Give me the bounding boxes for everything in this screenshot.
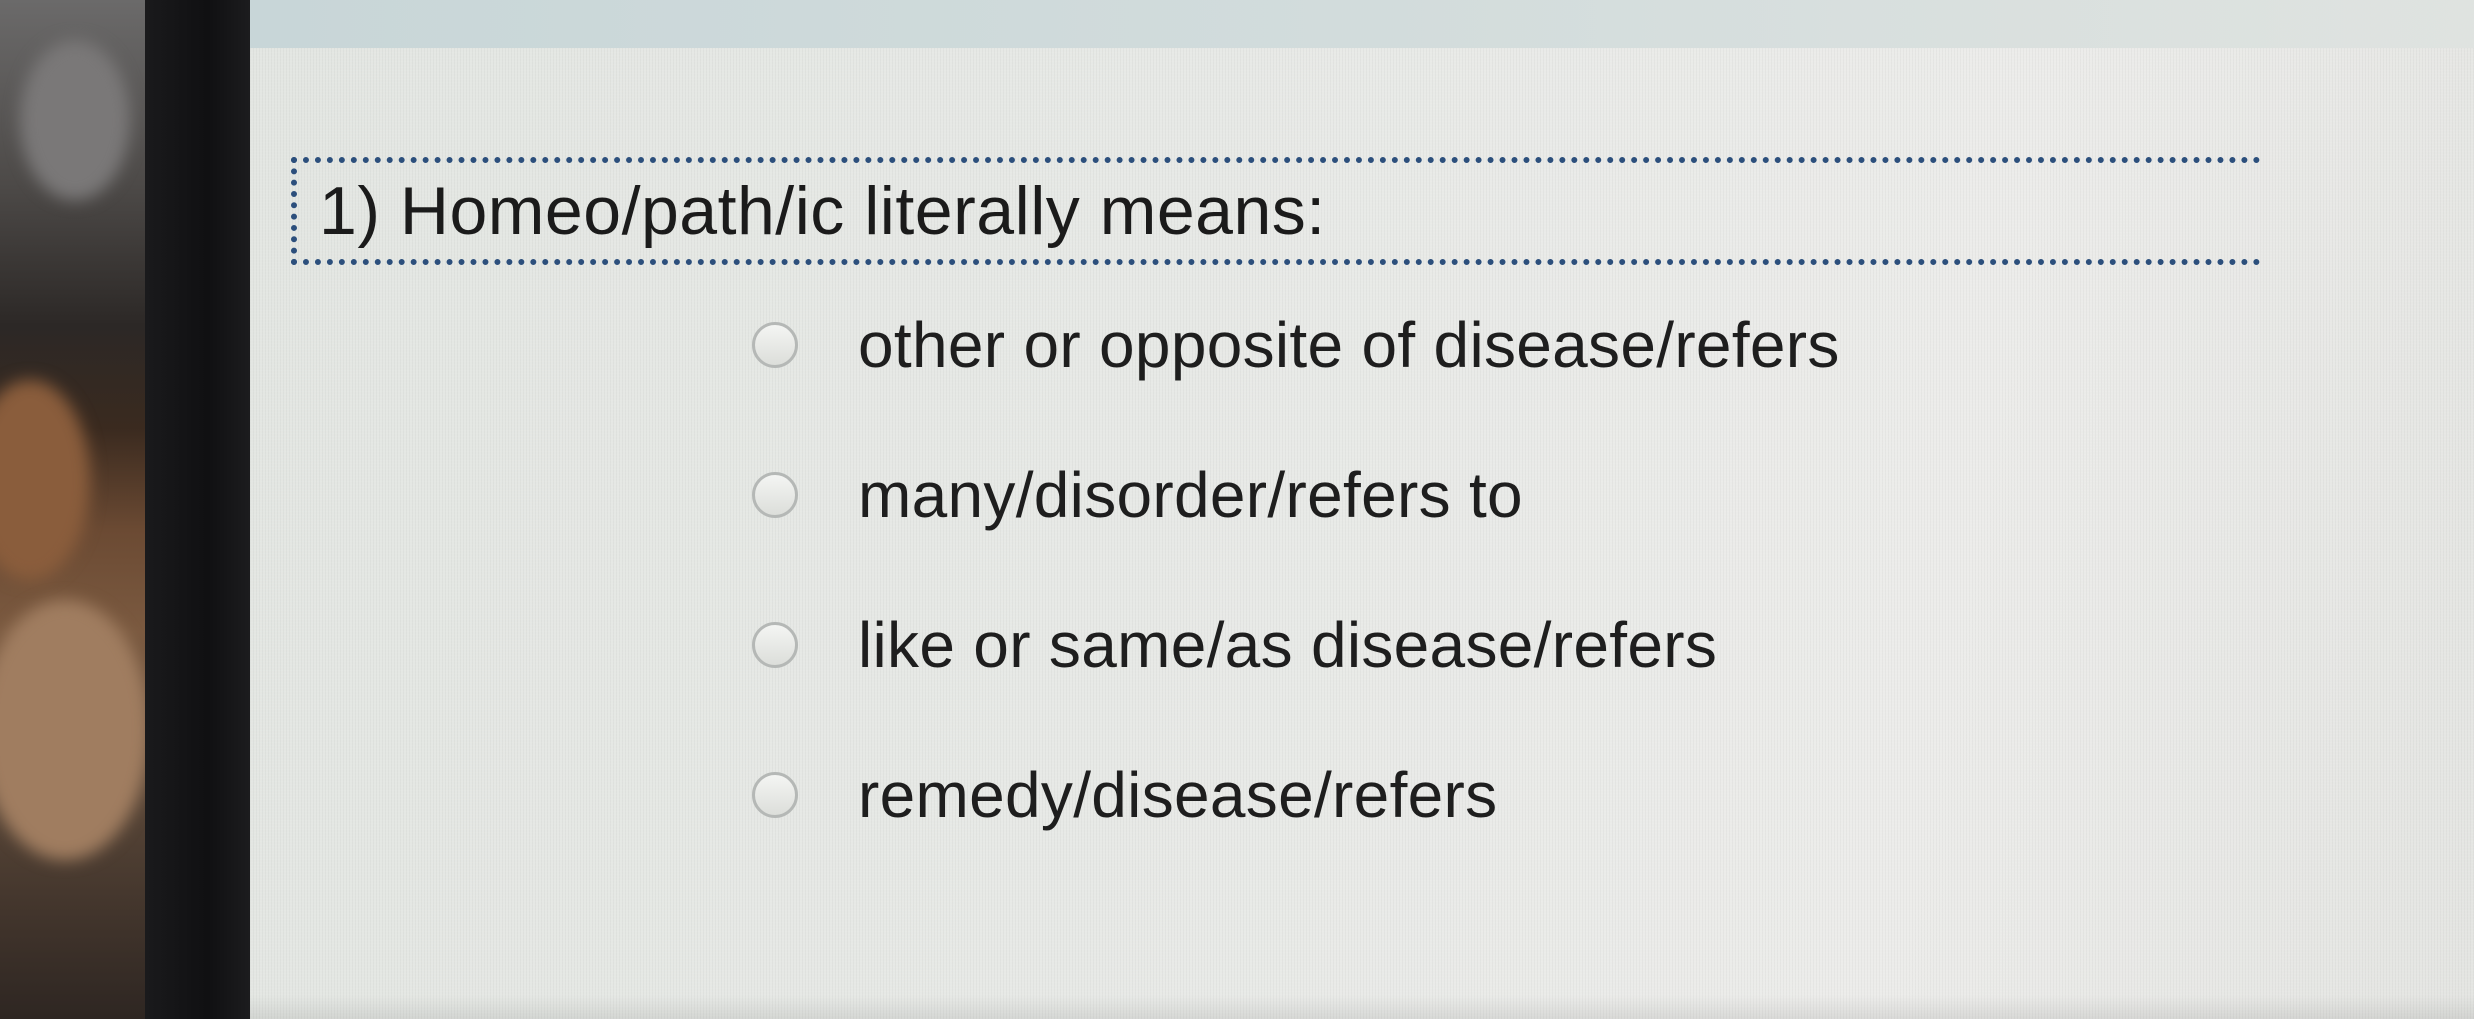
answer-option-4[interactable]: remedy/disease/refers (752, 720, 2252, 870)
screen-bottom-edge (250, 995, 2474, 1019)
answer-label: other or opposite of disease/refers (858, 309, 1840, 381)
question-text: 1) Homeo/path/ic literally means: (319, 173, 1326, 249)
answer-option-2[interactable]: many/disorder/refers to (752, 420, 2252, 570)
answer-label: remedy/disease/refers (858, 759, 1498, 831)
background-blob (0, 380, 90, 580)
radio-button[interactable] (752, 772, 798, 818)
answer-options: other or opposite of disease/refers many… (752, 270, 2252, 870)
radio-button[interactable] (752, 472, 798, 518)
background-blob (20, 40, 130, 200)
answer-label: many/disorder/refers to (858, 459, 1523, 531)
radio-button[interactable] (752, 322, 798, 368)
radio-button[interactable] (752, 622, 798, 668)
question-header: 1) Homeo/path/ic literally means: (291, 157, 2261, 265)
background-blob (0, 600, 150, 860)
monitor-bezel (145, 0, 250, 1019)
answer-label: like or same/as disease/refers (858, 609, 1718, 681)
top-banner (250, 0, 2474, 48)
answer-option-3[interactable]: like or same/as disease/refers (752, 570, 2252, 720)
answer-option-1[interactable]: other or opposite of disease/refers (752, 270, 2252, 420)
